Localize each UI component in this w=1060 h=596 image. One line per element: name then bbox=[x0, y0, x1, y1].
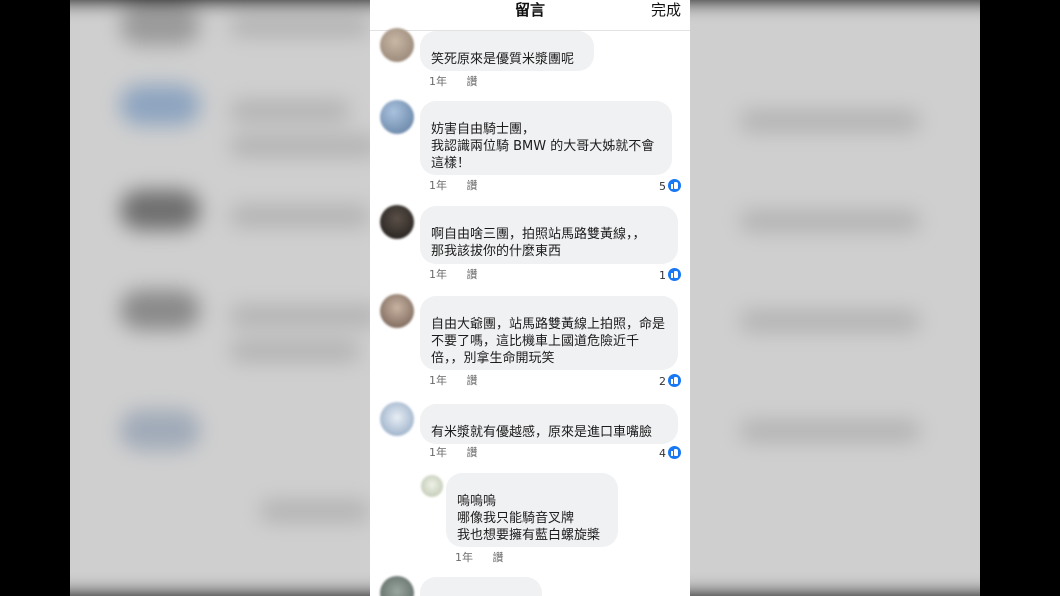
comment-bubble: 自由大爺團，站馬路雙黃線上拍照，命是不要了嗎，這比機車上國道危險近千倍，，別拿生… bbox=[420, 296, 678, 370]
avatar[interactable] bbox=[380, 205, 414, 239]
comment-time: 1年 bbox=[429, 446, 447, 459]
comment-meta: 1年 讚 bbox=[429, 374, 478, 388]
page-title: 留言 bbox=[514, 1, 545, 19]
thumbs-up-icon bbox=[668, 374, 681, 387]
comment-meta: 1年 讚 bbox=[429, 268, 478, 282]
comment-bubble: 有米漿就有優越感，原來是進口車嘴臉 bbox=[420, 404, 678, 444]
like-link[interactable]: 讚 bbox=[467, 268, 478, 281]
thumbs-up-icon bbox=[668, 268, 681, 281]
comment-meta: 1年 讚 bbox=[455, 551, 504, 565]
avatar[interactable] bbox=[421, 475, 443, 497]
comment-text: 自由大爺團，站馬路雙黃線上拍照，命是不要了嗎，這比機車上國道危險近千倍，，別拿生… bbox=[431, 317, 666, 366]
like-link[interactable]: 讚 bbox=[467, 374, 478, 387]
like-count-value: 5 bbox=[659, 180, 666, 193]
right-black-bar bbox=[980, 0, 1060, 596]
comment-bubble bbox=[420, 577, 542, 596]
avatar[interactable] bbox=[380, 294, 414, 328]
left-black-bar bbox=[0, 0, 70, 596]
comment-time: 1年 bbox=[429, 374, 447, 387]
like-count: 5 bbox=[659, 179, 681, 194]
comment-meta: 1年 讚 bbox=[429, 179, 478, 193]
comment-bubble: 嗚嗚嗚 哪像我只能騎音叉牌 我也想要擁有藍白螺旋槳 bbox=[446, 473, 618, 547]
like-link[interactable]: 讚 bbox=[493, 551, 504, 564]
commenter-name[interactable] bbox=[431, 212, 666, 226]
commenter-name[interactable] bbox=[431, 410, 666, 424]
like-link[interactable]: 讚 bbox=[467, 446, 478, 459]
comment-meta: 1年 讚 bbox=[429, 446, 478, 460]
thumbs-up-icon bbox=[668, 446, 681, 459]
comments-panel: 留言 完成 笑死原來是優質米漿團呢 1年 讚 妨害自由騎士團， 我認識兩位騎 B… bbox=[370, 0, 690, 596]
like-count-value: 4 bbox=[659, 447, 666, 460]
avatar[interactable] bbox=[380, 100, 414, 134]
like-count: 1 bbox=[659, 268, 681, 283]
thumbs-up-icon bbox=[668, 179, 681, 192]
comment-text: 笑死原來是優質米漿團呢 bbox=[431, 52, 575, 67]
done-button[interactable]: 完成 bbox=[651, 0, 681, 20]
comment-bubble: 笑死原來是優質米漿團呢 bbox=[420, 31, 594, 71]
comments-header: 留言 完成 bbox=[370, 0, 690, 31]
comment-time: 1年 bbox=[429, 75, 447, 88]
commenter-name[interactable] bbox=[431, 37, 582, 51]
like-link[interactable]: 讚 bbox=[467, 179, 478, 192]
like-count: 2 bbox=[659, 374, 681, 389]
comment-meta: 1年 讚 bbox=[429, 75, 478, 89]
like-link[interactable]: 讚 bbox=[467, 75, 478, 88]
commenter-name[interactable] bbox=[457, 479, 606, 493]
comment-text: 妨害自由騎士團， 我認識兩位騎 BMW 的大哥大姊就不會這樣！ bbox=[431, 122, 655, 171]
avatar[interactable] bbox=[380, 576, 414, 596]
like-count-value: 2 bbox=[659, 375, 666, 388]
avatar[interactable] bbox=[380, 402, 414, 436]
like-count-value: 1 bbox=[659, 269, 666, 282]
commenter-name[interactable] bbox=[431, 107, 660, 121]
comment-bubble: 啊自由啥三團，拍照站馬路雙黃線，， 那我該拔你的什麼東西 bbox=[420, 206, 678, 264]
comment-time: 1年 bbox=[455, 551, 473, 564]
avatar[interactable] bbox=[380, 28, 414, 62]
comment-time: 1年 bbox=[429, 179, 447, 192]
comment-text: 嗚嗚嗚 哪像我只能騎音叉牌 我也想要擁有藍白螺旋槳 bbox=[457, 494, 601, 543]
like-count: 4 bbox=[659, 446, 681, 461]
commenter-name[interactable] bbox=[431, 302, 666, 316]
comment-text: 有米漿就有優越感，原來是進口車嘴臉 bbox=[431, 425, 653, 440]
comment-text: 啊自由啥三團，拍照站馬路雙黃線，， 那我該拔你的什麼東西 bbox=[431, 227, 646, 259]
comment-bubble: 妨害自由騎士團， 我認識兩位騎 BMW 的大哥大姊就不會這樣！ bbox=[420, 101, 672, 175]
comment-time: 1年 bbox=[429, 268, 447, 281]
